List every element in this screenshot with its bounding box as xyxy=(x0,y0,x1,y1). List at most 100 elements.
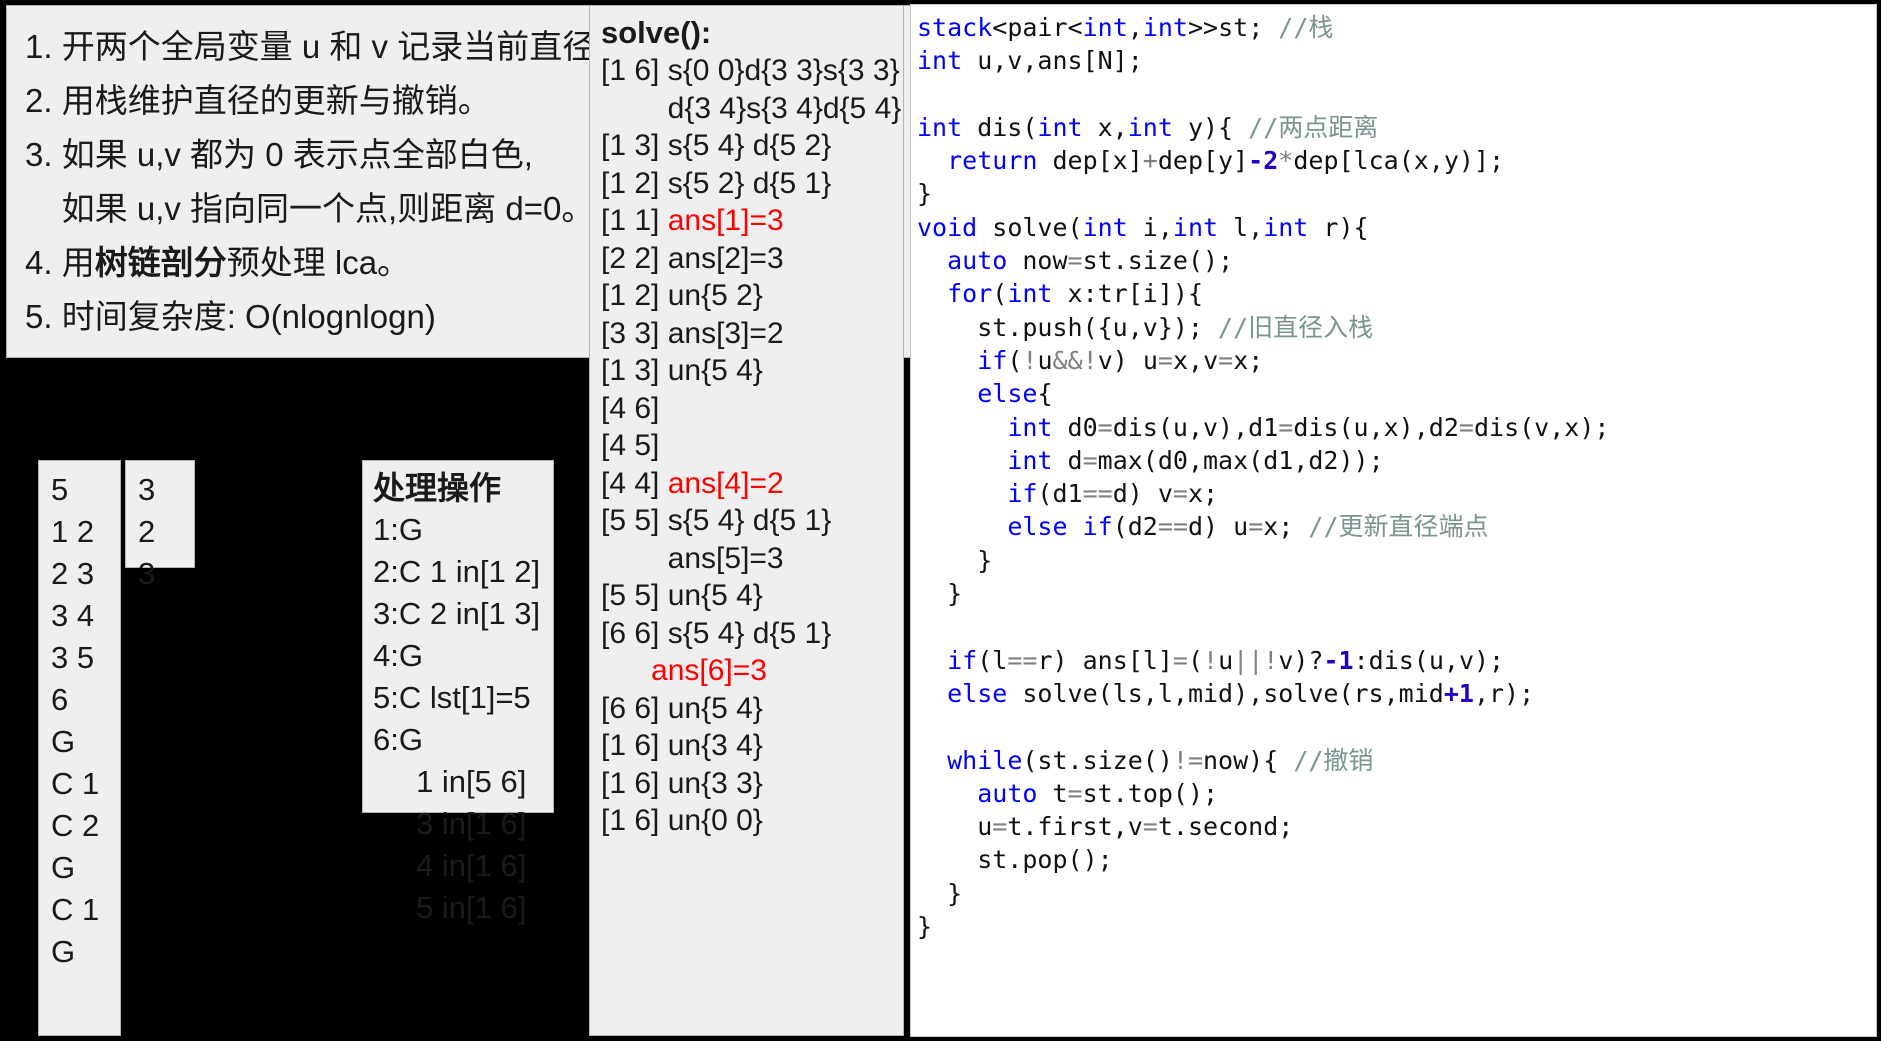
code-token: 2 xyxy=(1263,146,1279,176)
sample-output-box: 3 2 3 xyxy=(125,460,195,591)
code-token: void xyxy=(917,212,978,242)
code-token: dep[y] xyxy=(1157,146,1249,176)
code-token: for xyxy=(947,279,993,309)
output-line: 3 xyxy=(138,556,156,591)
code-line: return dep[x]+dep[y]-2*dep[lca(x,y)]; xyxy=(917,144,1876,177)
operation-line: 4:G xyxy=(373,638,423,673)
code-token: int xyxy=(1007,279,1053,309)
code-token: st.size(); xyxy=(1082,246,1234,276)
code-line: auto t=st.top(); xyxy=(917,777,1876,810)
operation-line: 6:G xyxy=(373,722,423,757)
code-token: while xyxy=(947,745,1023,775)
code-token: dis(u,x),d2 xyxy=(1293,412,1459,442)
solve-trace-line: [1 6] un{3 4} xyxy=(601,729,763,762)
code-token: { xyxy=(1037,379,1053,409)
operation-line: 3:C 2 in[1 3] xyxy=(373,596,541,631)
note-line-5: 5. 时间复杂度: O(nlognlogn) xyxy=(25,298,436,335)
code-token: :dis(u,v); xyxy=(1353,645,1505,675)
solve-trace-line: d{3 4}s{3 4}d{5 4} xyxy=(601,91,902,125)
code-token: u xyxy=(1037,345,1053,375)
code-token: = xyxy=(1172,479,1188,509)
input-line: C 1 xyxy=(51,766,100,801)
code-token: = xyxy=(1218,345,1234,375)
code-token: = xyxy=(1142,812,1158,842)
trace-line-prefix xyxy=(601,654,651,687)
code-line: } xyxy=(917,177,1876,210)
code-token: //两点距离 xyxy=(1248,112,1379,142)
code-token: } xyxy=(917,545,993,575)
solve-trace-line: [1 1] ans[1]=3 xyxy=(601,202,903,240)
code-token: int xyxy=(1037,112,1083,142)
source-code-body: stack<pair<int,int>>st; //栈 int u,v,ans[N… xyxy=(917,11,1876,943)
code-token: int xyxy=(1127,112,1173,142)
code-token: ( xyxy=(1187,645,1204,675)
code-token: = xyxy=(1458,412,1474,442)
code-line: auto now=st.size(); xyxy=(917,244,1876,277)
code-token: t.first,v xyxy=(1007,812,1143,842)
code-token: t xyxy=(1037,778,1068,808)
code-token: int xyxy=(1172,212,1219,242)
note-line-1: 1. 开两个全局变量 u 和 v 记录当前直径。 xyxy=(25,28,629,65)
solve-trace-line: [1 6] un{0 0} xyxy=(601,804,763,837)
operation-line: 1 in[5 6] xyxy=(373,764,527,799)
code-token: = xyxy=(1248,512,1264,542)
solve-trace-line: [2 2] ans[2]=3 xyxy=(601,241,784,275)
code-token: u xyxy=(1218,645,1234,675)
code-token: x; xyxy=(1233,345,1264,375)
code-token: int xyxy=(1142,13,1188,42)
slide-canvas: 1. 开两个全局变量 u 和 v 记录当前直径。 2. 用栈维护直径的更新与撤销… xyxy=(0,0,1881,1041)
operation-line: 3 in[1 6] xyxy=(373,806,527,841)
code-token: return xyxy=(947,146,1038,176)
code-line: stack<pair<int,int>>st; //栈 xyxy=(917,11,1876,44)
code-token: = xyxy=(1157,345,1173,375)
solve-trace-line: ans[6]=3 xyxy=(601,652,903,690)
code-token: if xyxy=(1082,512,1113,542)
trace-line-prefix: [4 4] xyxy=(601,466,668,500)
code-token: || xyxy=(1233,645,1264,675)
code-token: } xyxy=(917,179,933,209)
code-line: while(st.size()!=now){ //撤销 xyxy=(917,744,1876,777)
code-token: = xyxy=(1172,645,1188,675)
operations-panel: 处理操作 1:G 2:C 1 in[1 2] 3:C 2 in[1 3] 4:G… xyxy=(362,460,554,925)
code-token: st.top(); xyxy=(1082,778,1219,808)
solve-trace-line: [4 6] xyxy=(601,391,660,425)
code-token: dis(v,x); xyxy=(1473,412,1610,442)
code-token: } xyxy=(917,579,963,609)
sample-input-box: 5 1 2 2 3 3 4 3 5 6 G C 1 C 2 G C 1 G xyxy=(38,460,121,1036)
note-line-4-prefix: 4. 用 xyxy=(25,244,95,281)
code-token: t.second; xyxy=(1157,812,1294,842)
code-token: i, xyxy=(1127,212,1173,242)
code-line: if(d1==d) v=x; xyxy=(917,477,1876,510)
code-token: max(d0,max(d1,d2)); xyxy=(1097,445,1384,475)
code-token: dep[x] xyxy=(1037,146,1143,176)
code-line: int d=max(d0,max(d1,d2)); xyxy=(917,444,1876,477)
code-token: == xyxy=(1157,512,1188,542)
solve-trace-line: [4 5] xyxy=(601,429,660,462)
input-line: 6 xyxy=(51,682,69,717)
input-line: C 1 xyxy=(51,892,100,927)
input-line: 2 3 xyxy=(51,556,95,591)
code-token: d xyxy=(1052,445,1083,475)
code-token: = xyxy=(992,812,1008,842)
code-token: v)? xyxy=(1278,645,1324,675)
code-token: < xyxy=(1067,13,1083,42)
code-token: x; xyxy=(1187,479,1219,509)
code-token: dis(u,v),d1 xyxy=(1112,412,1279,442)
code-token: ! xyxy=(1203,645,1219,675)
code-token: u xyxy=(917,812,993,842)
code-token: >>st; xyxy=(1187,13,1279,42)
note-line-3-cont: 如果 u,v 指向同一个点,则距离 d=0。 xyxy=(25,190,595,227)
code-token: v) u xyxy=(1097,345,1158,375)
trace-line-answer: ans[4]=2 xyxy=(667,466,784,500)
output-line: 3 xyxy=(138,472,156,507)
input-line: 5 xyxy=(51,472,69,507)
code-token: now){ xyxy=(1203,745,1294,775)
code-token: else xyxy=(947,678,1008,708)
code-line: int d0=dis(u,v),d1=dis(u,x),d2=dis(v,x); xyxy=(917,411,1876,444)
